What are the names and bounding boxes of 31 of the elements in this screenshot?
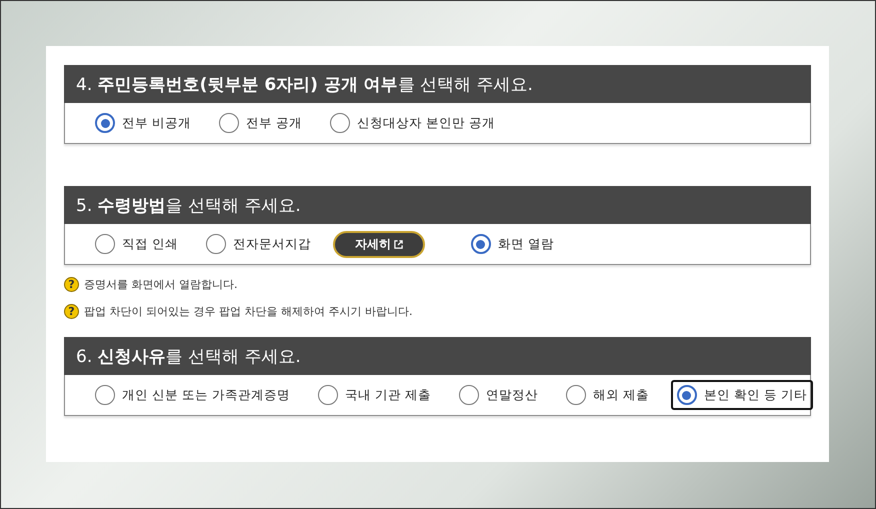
- section-header: 6. 신청사유를 선택해 주세요.: [64, 337, 811, 375]
- help-icon: ?: [64, 277, 79, 292]
- help-note: 증명서를 화면에서 열람합니다.: [84, 277, 238, 292]
- radio-icon[interactable]: [218, 113, 239, 133]
- radio-option[interactable]: 전부 비공개: [89, 108, 197, 138]
- radio-option[interactable]: 직접 인쇄: [89, 229, 184, 259]
- radio-icon[interactable]: [95, 234, 115, 254]
- section-header: 4. 주민등록번호(뒷부분 6자리) 공개 여부를 선택해 주세요.: [64, 65, 811, 103]
- radio-icon[interactable]: [566, 385, 586, 405]
- section-header: 5. 수령방법을 선택해 주세요.: [64, 186, 811, 224]
- radio-icon[interactable]: [95, 385, 115, 405]
- radio-icon[interactable]: [318, 385, 338, 405]
- help-note: 팝업 차단이 되어있는 경우 팝업 차단을 해제하여 주시기 바랍니다.: [84, 304, 412, 319]
- radio-option[interactable]: 전자문서지갑: [200, 229, 317, 259]
- radio-icon[interactable]: [206, 234, 226, 254]
- radio-option[interactable]: 화면 열람: [464, 229, 560, 259]
- radio-icon[interactable]: [458, 385, 479, 405]
- radio-option[interactable]: 연말정산: [452, 380, 544, 410]
- radio-option[interactable]: 해외 제출: [560, 380, 655, 410]
- radio-icon[interactable]: [330, 113, 350, 133]
- help-icon: ?: [64, 304, 79, 319]
- radio-option[interactable]: 개인 신분 또는 가족관계증명: [89, 380, 296, 410]
- radio-option[interactable]: 전부 공개: [212, 108, 308, 138]
- radio-option[interactable]: 국내 기관 제출: [312, 380, 437, 410]
- radio-icon[interactable]: [95, 113, 115, 133]
- radio-icon[interactable]: [470, 234, 491, 254]
- radio-icon[interactable]: [676, 385, 697, 405]
- details-button[interactable]: 자세히: [332, 230, 425, 258]
- radio-option[interactable]: 신청대상자 본인만 공개: [324, 108, 501, 138]
- radio-option[interactable]: 본인 확인 등 기타: [670, 380, 813, 410]
- external-link-icon: [394, 240, 403, 248]
